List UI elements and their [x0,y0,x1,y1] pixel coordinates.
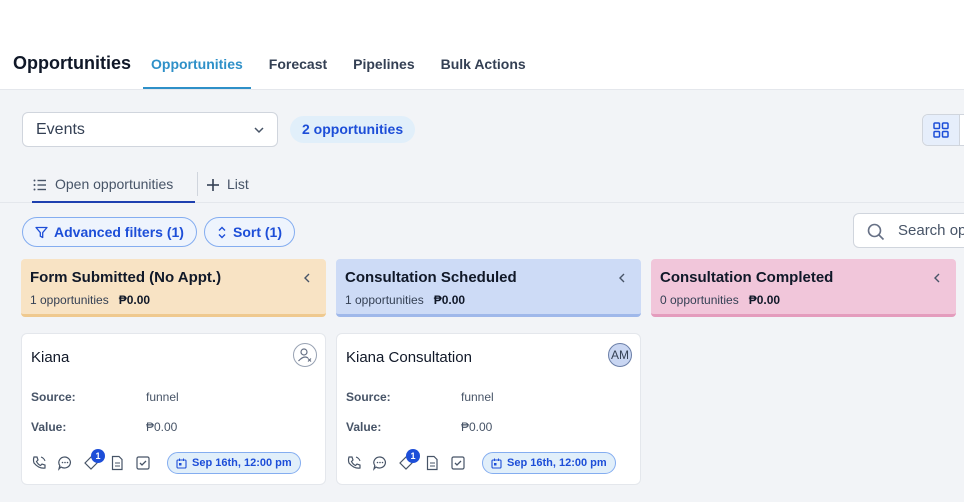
tab-opportunities[interactable]: Opportunities [143,40,251,89]
appointment-date-pill[interactable]: Sep 16th, 12:00 pm [167,452,301,474]
subtab-open-label: Open opportunities [55,176,174,192]
appointment-date: Sep 16th, 12:00 pm [507,457,607,469]
column-meta: 0 opportunities ₱0.00 [660,293,947,307]
source-label: Source: [31,390,76,404]
opportunity-count-badge: 2 opportunities [290,116,416,143]
filter-icon [35,226,48,238]
opportunity-card[interactable]: Kiana Source: funnel Value: ₱0.00 1 Sep … [21,333,326,485]
advanced-filters-button[interactable]: Advanced filters (1) [22,217,197,247]
search-icon [867,223,885,241]
page-title: Opportunities [13,53,131,73]
list-icon [33,179,46,191]
pipeline-select-value: Events [36,121,85,138]
user-x-icon [298,348,312,362]
chat-icon[interactable] [372,455,388,471]
sort-icon [218,226,226,238]
chevron-down-icon [254,127,264,134]
subtab-list-label: List [227,176,249,192]
calendar-icon [491,458,502,469]
tab-forecast[interactable]: Forecast [261,40,335,89]
column-meta: 1 opportunities ₱0.00 [345,293,632,307]
phone-icon[interactable] [31,455,47,471]
column-value: ₱0.00 [748,293,781,307]
column-count: 1 opportunities [30,293,109,307]
task-checkbox-icon[interactable] [450,455,466,471]
source-value: funnel [146,390,179,404]
opportunity-card[interactable]: Kiana Consultation AM Source: funnel Val… [336,333,641,485]
chevron-left-icon[interactable] [302,272,312,284]
search-box [853,213,964,248]
appointment-date: Sep 16th, 12:00 pm [192,457,292,469]
value-label: Value: [31,420,67,434]
value-amount: ₱0.00 [146,420,178,434]
task-checkbox-icon[interactable] [135,455,151,471]
value-amount: ₱0.00 [461,420,493,434]
appointment-date-pill[interactable]: Sep 16th, 12:00 pm [482,452,616,474]
column-title: Form Submitted (No Appt.) [30,269,222,286]
header-tabs: Opportunities Forecast Pipelines Bulk Ac… [143,40,544,89]
sort-button[interactable]: Sort (1) [204,217,295,247]
view-subtabs: Open opportunities List [0,168,964,203]
column-header-form-submitted: Form Submitted (No Appt.) 1 opportunitie… [21,259,326,317]
grid-view-button[interactable] [923,115,960,145]
column-count: 0 opportunities [660,293,739,307]
sort-label: Sort (1) [233,224,282,240]
column-title: Consultation Completed [660,269,834,286]
calendar-icon [176,458,187,469]
card-actions: 1 Sep 16th, 12:00 pm [346,449,616,474]
source-label: Source: [346,390,391,404]
assign-user-icon[interactable] [293,343,317,367]
tab-pipelines[interactable]: Pipelines [345,40,422,89]
search-input[interactable] [898,222,964,239]
column-header-consultation-scheduled: Consultation Scheduled 1 opportunities ₱… [336,259,641,317]
column-value: ₱0.00 [118,293,151,307]
notification-badge: 1 [91,449,105,463]
chat-icon[interactable] [57,455,73,471]
subtab-open-opportunities[interactable]: Open opportunities [32,168,195,203]
value-label: Value: [346,420,382,434]
view-toggle [922,114,964,146]
avatar[interactable]: AM [608,343,632,367]
document-icon[interactable] [424,455,440,471]
grid-icon [933,122,949,138]
notification-badge: 1 [406,449,420,463]
subtab-divider [197,172,198,196]
card-actions: 1 Sep 16th, 12:00 pm [31,449,301,474]
pipeline-select[interactable]: Events [22,112,278,147]
column-value: ₱0.00 [433,293,466,307]
card-name: Kiana Consultation [346,349,472,366]
tag-icon[interactable]: 1 [83,449,105,471]
column-count: 1 opportunities [345,293,424,307]
column-title: Consultation Scheduled [345,269,517,286]
phone-icon[interactable] [346,455,362,471]
document-icon[interactable] [109,455,125,471]
card-name: Kiana [31,349,70,366]
column-meta: 1 opportunities ₱0.00 [30,293,317,307]
chevron-left-icon[interactable] [617,272,627,284]
top-bar: Opportunities Opportunities Forecast Pip… [0,0,964,90]
plus-icon [207,179,219,191]
tag-icon[interactable]: 1 [398,449,420,471]
subtab-add-list[interactable]: List [206,168,249,203]
tab-bulk-actions[interactable]: Bulk Actions [433,40,534,89]
chevron-left-icon[interactable] [932,272,942,284]
column-header-consultation-completed: Consultation Completed 0 opportunities ₱… [651,259,956,317]
source-value: funnel [461,390,494,404]
advanced-filters-label: Advanced filters (1) [54,224,184,240]
